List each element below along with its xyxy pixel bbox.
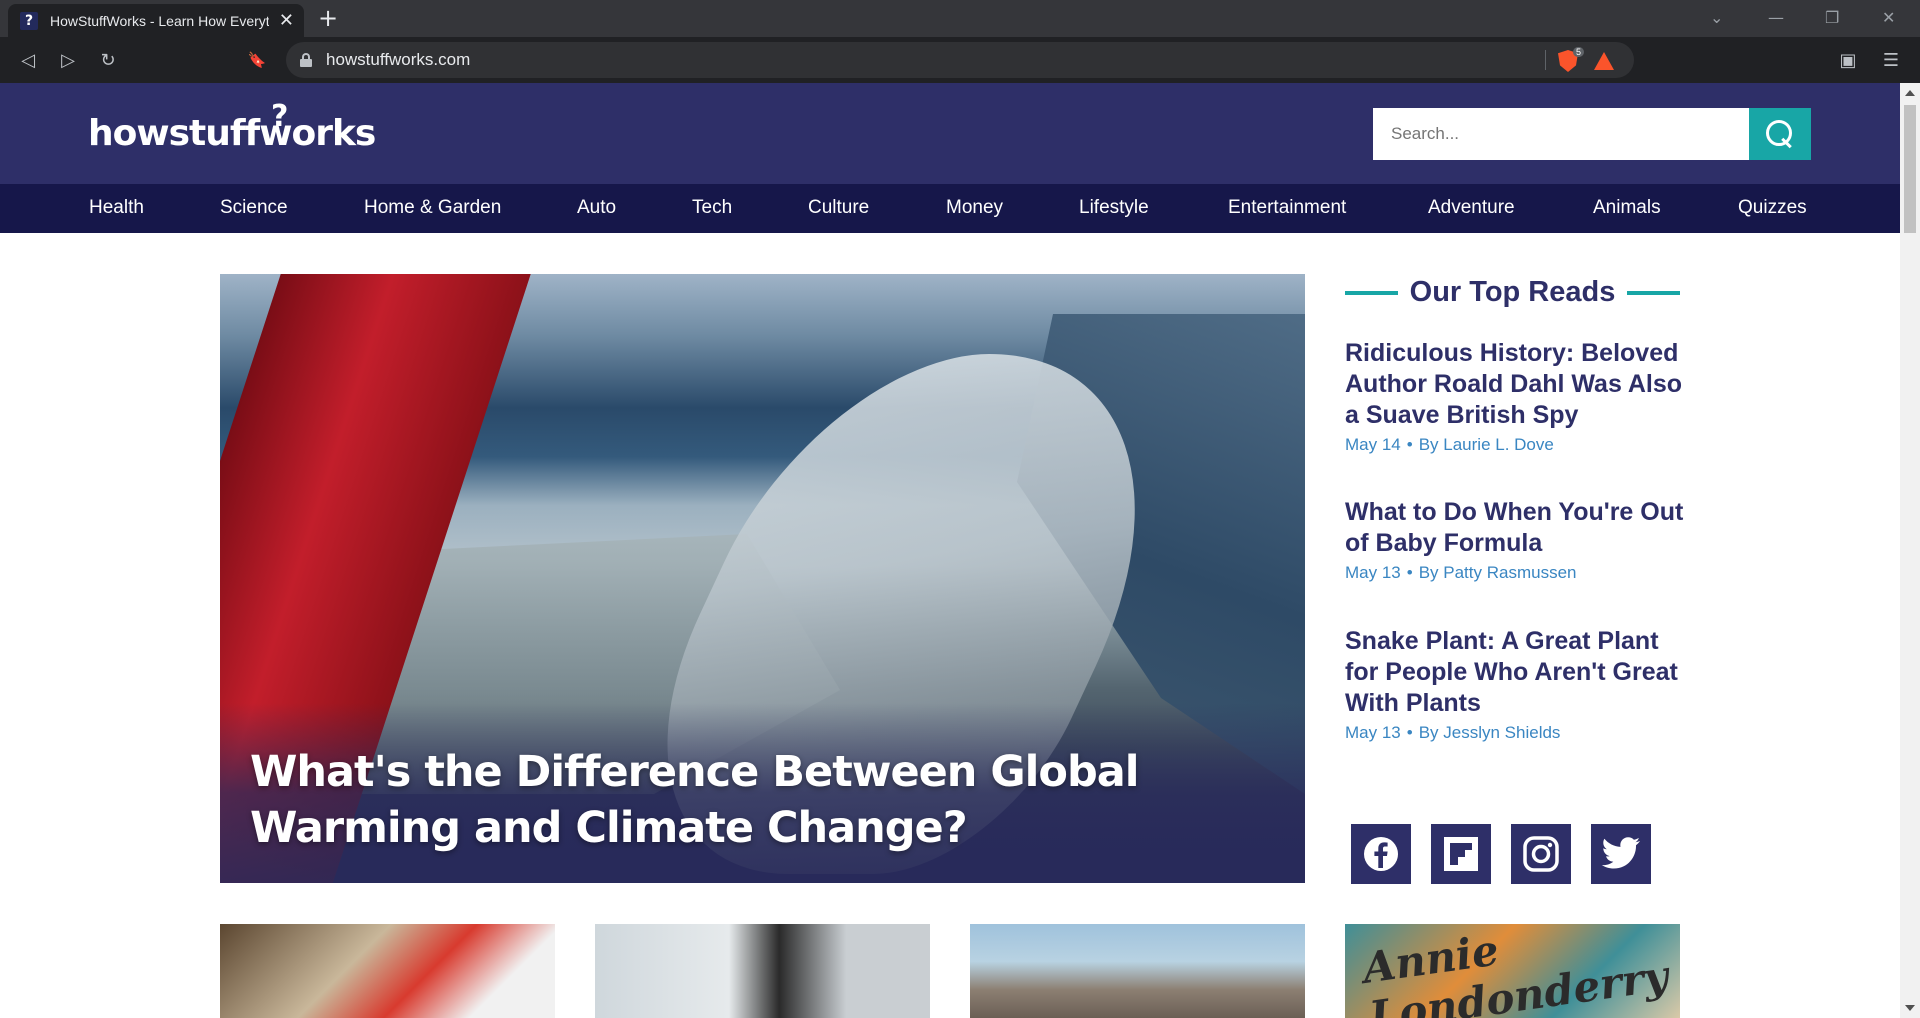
logo-question-mark-icon: ? — [271, 99, 288, 134]
main-nav: Health Science Home & Garden Auto Tech C… — [0, 184, 1900, 233]
window-restore-button[interactable]: ❐ — [1825, 8, 1839, 27]
browser-menu-icon[interactable]: ☰ — [1877, 46, 1905, 74]
browser-toolbar: ◁ ▷ ↻ 🔖 howstuffworks.com 5 ▣ ☰ — [0, 37, 1920, 83]
article-thumbnail[interactable] — [220, 924, 555, 1018]
heading-rule-right — [1627, 290, 1680, 295]
article-thumbnail[interactable] — [595, 924, 930, 1018]
nav-item-science[interactable]: Science — [220, 197, 288, 219]
top-read-author[interactable]: By Jesslyn Shields — [1419, 723, 1561, 742]
brave-rewards-icon[interactable] — [1594, 52, 1614, 70]
scrollbar-thumb[interactable] — [1904, 105, 1916, 233]
top-reads-title: Our Top Reads — [1409, 276, 1616, 308]
browser-tab[interactable]: ? HowStuffWorks - Learn How Everything W… — [8, 4, 304, 37]
top-read-title[interactable]: Ridiculous History: Beloved Author Roald… — [1345, 338, 1685, 431]
top-read-author[interactable]: By Laurie L. Dove — [1419, 435, 1554, 454]
nav-item-home-garden[interactable]: Home & Garden — [364, 197, 501, 219]
article-thumbnail[interactable] — [970, 924, 1305, 1018]
address-bar[interactable]: howstuffworks.com 5 — [286, 42, 1634, 78]
facebook-button[interactable] — [1351, 824, 1411, 884]
tab-search-dropdown-icon[interactable]: ⌄ — [1710, 8, 1723, 27]
top-read-author[interactable]: By Patty Rasmussen — [1419, 563, 1577, 582]
heading-rule-left — [1345, 290, 1398, 295]
top-reads-heading: Our Top Reads — [1345, 276, 1680, 309]
brave-shields-count-badge: 5 — [1572, 47, 1584, 57]
howstuffworks-logo[interactable]: howstuffworks ? — [88, 99, 376, 154]
omnibox-divider — [1545, 50, 1546, 70]
nav-item-culture[interactable]: Culture — [808, 197, 869, 219]
top-read-meta: May 13 • By Jesslyn Shields — [1345, 723, 1685, 743]
flipboard-icon — [1444, 837, 1478, 871]
new-tab-button[interactable]: + — [318, 4, 338, 32]
nav-item-adventure[interactable]: Adventure — [1428, 197, 1515, 219]
tab-title: HowStuffWorks - Learn How Everything Wor… — [50, 12, 269, 29]
window-close-button[interactable]: ✕ — [1882, 8, 1895, 27]
search-input[interactable] — [1373, 108, 1749, 160]
flipboard-button[interactable] — [1431, 824, 1491, 884]
top-read-item[interactable]: What to Do When You're Out of Baby Formu… — [1345, 497, 1685, 583]
article-thumbnail[interactable]: Annie Londonderry — [1345, 924, 1680, 1018]
thumbnail-title-art: Annie Londonderry — [1359, 925, 1672, 1018]
hero-article[interactable]: What's the Difference Between Global War… — [220, 274, 1305, 883]
logo-text: howstuffworks — [88, 113, 376, 154]
nav-item-money[interactable]: Money — [946, 197, 1003, 219]
url-text: howstuffworks.com — [326, 50, 471, 69]
tab-close-icon[interactable]: ✕ — [279, 10, 294, 31]
nav-item-tech[interactable]: Tech — [692, 197, 732, 219]
browser-tab-bar: ? HowStuffWorks - Learn How Everything W… — [0, 0, 1920, 37]
twitter-icon — [1601, 837, 1640, 869]
instagram-button[interactable] — [1511, 824, 1571, 884]
site-header: howstuffworks ? — [0, 83, 1900, 184]
nav-item-animals[interactable]: Animals — [1593, 197, 1661, 219]
top-read-date: May 13 — [1345, 563, 1401, 582]
nav-item-entertainment[interactable]: Entertainment — [1228, 197, 1346, 219]
forward-icon[interactable]: ▷ — [54, 46, 82, 74]
meta-separator: • — [1406, 723, 1413, 742]
top-read-meta: May 13 • By Patty Rasmussen — [1345, 563, 1685, 583]
hero-title[interactable]: What's the Difference Between Global War… — [250, 744, 1250, 856]
bookmark-icon[interactable]: 🔖 — [243, 46, 271, 74]
meta-separator: • — [1406, 435, 1413, 454]
back-icon[interactable]: ◁ — [14, 46, 42, 74]
top-read-date: May 14 — [1345, 435, 1401, 454]
howstuffworks-favicon-icon: ? — [20, 11, 38, 30]
instagram-icon — [1523, 836, 1559, 872]
page-scrollbar[interactable] — [1900, 83, 1920, 1018]
top-read-item[interactable]: Ridiculous History: Beloved Author Roald… — [1345, 338, 1685, 455]
twitter-button[interactable] — [1591, 824, 1651, 884]
nav-item-health[interactable]: Health — [89, 197, 144, 219]
top-read-title[interactable]: What to Do When You're Out of Baby Formu… — [1345, 497, 1685, 559]
scroll-down-icon[interactable] — [1905, 1005, 1915, 1011]
search-button[interactable] — [1749, 108, 1811, 160]
nav-item-auto[interactable]: Auto — [577, 197, 616, 219]
facebook-icon — [1364, 837, 1398, 871]
search-icon — [1766, 120, 1794, 148]
nav-item-lifestyle[interactable]: Lifestyle — [1079, 197, 1149, 219]
window-minimize-button[interactable]: — — [1768, 8, 1784, 27]
lock-icon — [300, 53, 312, 67]
scroll-up-icon[interactable] — [1905, 90, 1915, 96]
meta-separator: • — [1406, 563, 1413, 582]
nav-item-quizzes[interactable]: Quizzes — [1738, 197, 1807, 219]
top-read-item[interactable]: Snake Plant: A Great Plant for People Wh… — [1345, 626, 1685, 743]
reload-icon[interactable]: ↻ — [94, 46, 122, 74]
wallet-icon[interactable]: ▣ — [1834, 46, 1862, 74]
top-read-title[interactable]: Snake Plant: A Great Plant for People Wh… — [1345, 626, 1685, 719]
top-read-date: May 13 — [1345, 723, 1401, 742]
top-read-meta: May 14 • By Laurie L. Dove — [1345, 435, 1685, 455]
